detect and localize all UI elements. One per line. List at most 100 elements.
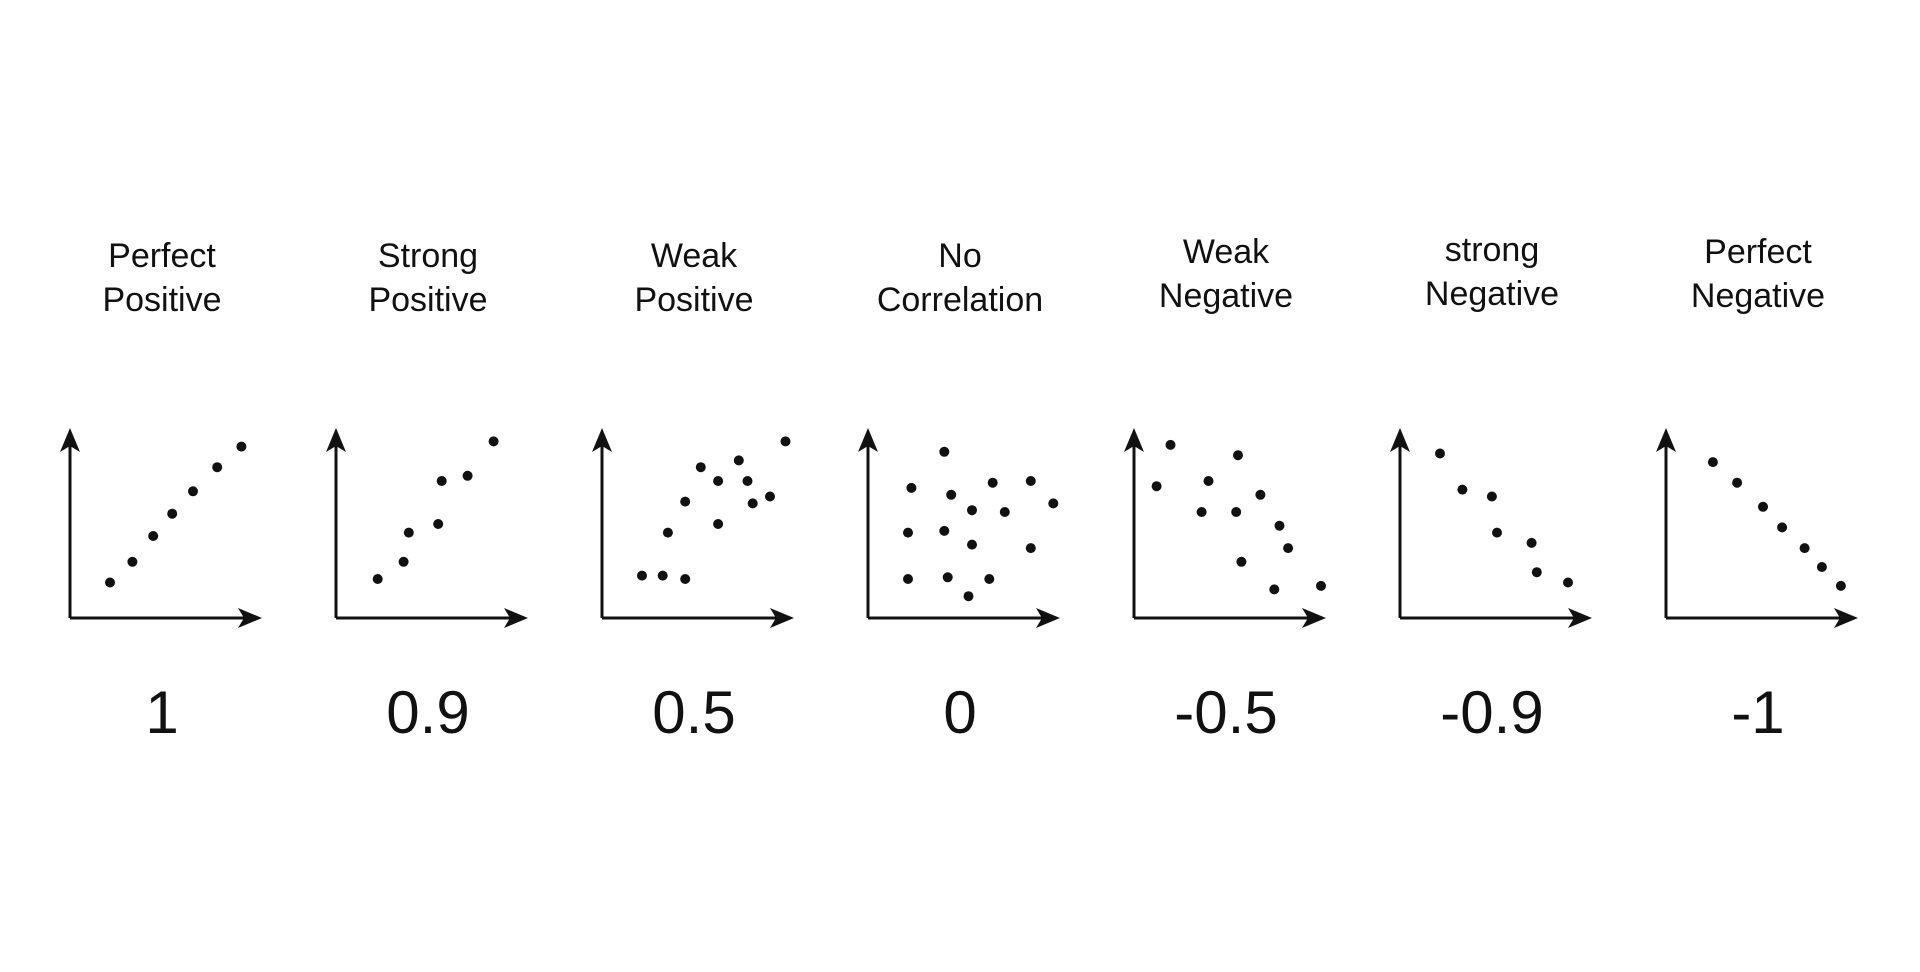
scatter-plot <box>60 428 262 628</box>
data-point <box>637 570 647 581</box>
data-point <box>742 476 753 486</box>
data-point <box>1486 491 1497 502</box>
panel-title-line2: Negative <box>1690 277 1826 315</box>
data-point <box>967 505 977 516</box>
correlation-value: 1 <box>145 679 179 746</box>
panel-title: Weak Positive <box>564 234 824 322</box>
data-point <box>695 462 706 473</box>
data-point <box>680 574 691 584</box>
panel-title: Perfect Positive <box>32 234 292 322</box>
panel-perfect-negative: Perfect Negative -1 <box>1628 0 1888 972</box>
data-point <box>1563 577 1573 588</box>
panel-weak-positive: Weak Positive 0.5 <box>564 0 824 972</box>
data-point <box>127 556 138 567</box>
data-point <box>212 462 223 473</box>
panel-no-correlation: No Correlation 0 <box>830 0 1090 972</box>
data-point <box>1231 507 1242 517</box>
panel-title-line1: Perfect <box>1704 233 1812 271</box>
data-point <box>105 577 115 588</box>
scatter-plot <box>858 428 1060 628</box>
data-point <box>1777 522 1788 533</box>
data-point <box>1435 448 1445 459</box>
data-point <box>680 496 691 507</box>
data-point <box>1707 457 1718 468</box>
data-point <box>987 477 998 488</box>
data-point <box>1526 537 1537 548</box>
scatter-plot <box>1124 428 1326 628</box>
panel-title-line1: No <box>938 237 982 275</box>
data-point <box>1255 489 1266 500</box>
data-point <box>713 476 724 486</box>
data-point <box>1816 562 1827 572</box>
panel-title: Perfect Negative <box>1628 230 1888 318</box>
scatter-plot <box>326 428 528 628</box>
data-point <box>662 527 673 538</box>
panel-title-line1: Weak <box>1182 233 1270 271</box>
panel-strong-positive: Strong Positive 0.9 <box>298 0 558 972</box>
panel-title: Strong Positive <box>298 234 558 322</box>
data-point <box>747 498 758 509</box>
data-point <box>398 556 409 567</box>
scatter-plot <box>1390 428 1592 628</box>
scatter-plot <box>1656 428 1858 628</box>
data-point <box>939 525 950 536</box>
data-point <box>906 482 917 493</box>
data-point <box>1274 520 1285 531</box>
data-point <box>1316 580 1326 591</box>
data-point <box>462 470 473 481</box>
correlation-value: 0.5 <box>652 679 736 746</box>
data-point <box>1835 580 1846 591</box>
data-point <box>999 507 1010 517</box>
data-point <box>1732 477 1743 488</box>
data-point <box>657 570 668 581</box>
data-point <box>1025 476 1036 486</box>
data-point <box>1233 450 1243 461</box>
data-point <box>1196 507 1207 517</box>
data-point <box>372 574 383 584</box>
panel-weak-negative: Weak Negative -0.5 <box>1096 0 1356 972</box>
correlation-value: 0.9 <box>386 679 470 746</box>
panel-title-line1: Weak <box>650 237 738 275</box>
data-point <box>1236 556 1247 567</box>
data-point <box>984 574 995 584</box>
correlation-value: -0.5 <box>1174 679 1278 746</box>
panel-strong-negative: strong Negative -0.9 <box>1362 0 1622 972</box>
panel-title-line1: strong <box>1444 231 1540 269</box>
data-point <box>1758 501 1768 512</box>
panel-title-line2: Negative <box>1424 275 1560 313</box>
panel-title: Weak Negative <box>1096 230 1356 318</box>
data-point <box>765 491 775 502</box>
data-point <box>148 531 159 541</box>
data-point <box>188 486 198 497</box>
data-point <box>1151 481 1162 492</box>
panel-title-line2: Positive <box>102 281 222 319</box>
panel-title-line2: Positive <box>634 281 754 319</box>
data-point <box>1531 567 1542 578</box>
data-point <box>1457 484 1468 495</box>
data-point <box>713 519 724 529</box>
data-point <box>939 446 950 457</box>
data-point <box>167 508 178 519</box>
panel-title-line1: Perfect <box>108 237 216 275</box>
data-point <box>1203 476 1214 486</box>
data-point <box>942 572 953 583</box>
panel-title: strong Negative <box>1362 228 1622 316</box>
data-point <box>1492 527 1502 538</box>
data-point <box>488 436 499 447</box>
data-point <box>1165 439 1176 450</box>
panel-title: No Correlation <box>830 234 1090 322</box>
data-point <box>433 519 444 529</box>
data-point <box>780 436 791 447</box>
data-point <box>963 591 974 602</box>
data-point <box>1283 543 1294 554</box>
data-point <box>1048 498 1059 509</box>
data-point <box>946 489 957 500</box>
data-point <box>1269 584 1280 595</box>
data-point <box>403 527 414 538</box>
panel-title-line2: Correlation <box>876 281 1044 319</box>
scatter-plot <box>592 428 794 628</box>
data-point <box>903 527 913 538</box>
data-point <box>903 574 913 584</box>
correlation-value: -0.9 <box>1440 679 1544 746</box>
panel-title-line2: Positive <box>368 281 488 319</box>
